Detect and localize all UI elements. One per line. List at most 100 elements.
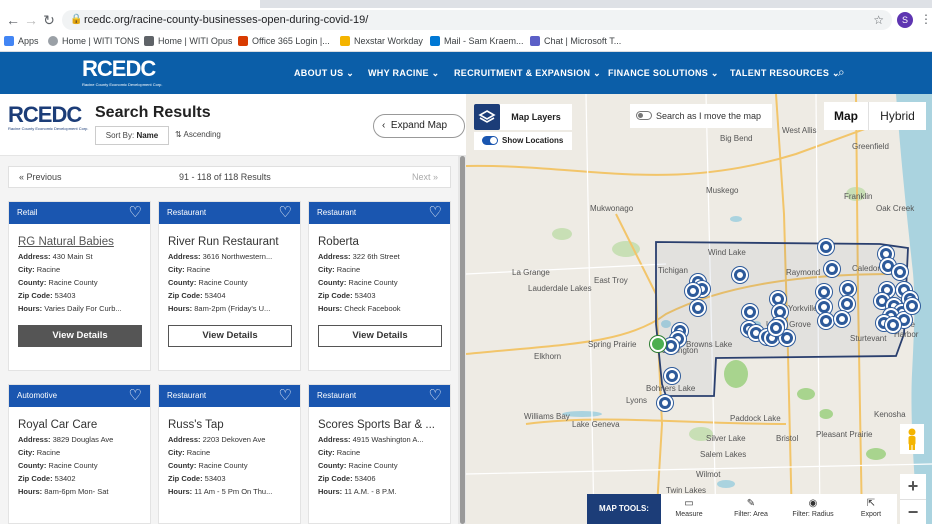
active-tab[interactable] bbox=[0, 0, 260, 8]
filter-area-tool[interactable]: ✎ Filter: Area bbox=[721, 494, 781, 524]
business-name-link[interactable]: River Run Restaurant bbox=[168, 236, 300, 248]
favorite-heart-icon[interactable]: ♡ bbox=[429, 387, 442, 404]
location-marker[interactable] bbox=[824, 261, 840, 277]
nav-about-us[interactable]: ABOUT US ⌄ bbox=[294, 68, 354, 79]
location-marker[interactable] bbox=[904, 298, 920, 314]
export-tool[interactable]: ⇱ Export bbox=[849, 494, 893, 524]
business-card[interactable]: Restaurant ♡ River Run Restaurant Address… bbox=[158, 201, 301, 371]
sort-order-toggle[interactable]: ⇅ Ascending bbox=[175, 130, 221, 139]
location-marker[interactable] bbox=[690, 300, 706, 316]
sort-by-select[interactable]: Sort By: Name bbox=[95, 126, 169, 145]
business-name-link[interactable]: Russ's Tap bbox=[168, 419, 300, 431]
favorite-heart-icon[interactable]: ♡ bbox=[279, 387, 292, 404]
city-field: City: Racine bbox=[18, 265, 61, 274]
map-layers-button[interactable]: Map Layers bbox=[500, 104, 572, 130]
nav-why-racine[interactable]: WHY RACINE ⌄ bbox=[368, 68, 440, 79]
location-marker[interactable] bbox=[732, 267, 748, 283]
map-tools-bar: MAP TOOLS: ▭ Measure ✎ Filter: Area ◉ Filte… bbox=[587, 494, 897, 524]
location-marker[interactable] bbox=[742, 304, 758, 320]
zip-field: Zip Code: 53403 bbox=[168, 474, 226, 483]
search-icon[interactable]: ⌕ bbox=[838, 65, 845, 80]
nav-talent-resources[interactable]: TALENT RESOURCES ⌄ bbox=[730, 68, 840, 79]
bookmark-teams-chat[interactable]: Chat | Microsoft T... bbox=[530, 36, 621, 46]
zoom-in-button[interactable]: + bbox=[900, 474, 926, 499]
bookmark-nexstar-workday[interactable]: Nexstar Workday bbox=[340, 36, 423, 46]
business-card[interactable]: Restaurant ♡ Roberta Address: 322 6th Str… bbox=[308, 201, 451, 371]
back-icon[interactable]: ← bbox=[4, 11, 22, 29]
location-marker[interactable] bbox=[840, 281, 856, 297]
antenna-icon bbox=[144, 36, 154, 46]
map-tab[interactable]: Map bbox=[824, 102, 868, 130]
business-name-link[interactable]: RG Natural Babies bbox=[18, 236, 150, 248]
location-marker[interactable] bbox=[685, 283, 701, 299]
zoom-controls: + − bbox=[900, 474, 926, 524]
lock-icon[interactable]: 🔒 bbox=[70, 10, 82, 30]
place-label: Muskego bbox=[706, 186, 739, 195]
business-name-link[interactable]: Roberta bbox=[318, 236, 450, 248]
county-field: County: Racine County bbox=[18, 461, 98, 470]
bookmark-witi-opus[interactable]: Home | WITI Opus bbox=[144, 36, 232, 46]
previous-page-button[interactable]: « Previous bbox=[19, 167, 62, 187]
location-marker[interactable] bbox=[664, 368, 680, 384]
place-label: Lake Geneva bbox=[572, 420, 620, 429]
business-card[interactable]: Retail ♡ RG Natural Babies Address: 430 M… bbox=[8, 201, 151, 371]
view-details-button[interactable]: View Details bbox=[18, 325, 142, 347]
location-marker[interactable] bbox=[816, 284, 832, 300]
location-marker[interactable] bbox=[834, 311, 850, 327]
business-card[interactable]: Restaurant ♡ Russ's Tap Address: 2203 Dek… bbox=[158, 384, 301, 524]
city-field: City: Racine bbox=[168, 265, 211, 274]
favorite-heart-icon[interactable]: ♡ bbox=[429, 204, 442, 221]
business-name-link[interactable]: Scores Sports Bar & ... bbox=[318, 419, 450, 431]
marker-dot bbox=[821, 304, 827, 310]
area-icon: ✎ bbox=[746, 498, 756, 509]
location-marker[interactable] bbox=[818, 239, 834, 255]
bookmark-office-365[interactable]: Office 365 Login |... bbox=[238, 36, 330, 46]
business-card[interactable]: Automotive ♡ Royal Car Care Address: 3829… bbox=[8, 384, 151, 524]
selected-location-marker[interactable] bbox=[650, 336, 666, 352]
address-bar[interactable]: 🔒 rcedc.org/racine-county-businesses-ope… bbox=[62, 10, 892, 30]
bookmark-witi-tons[interactable]: Home | WITI TONS bbox=[48, 36, 140, 46]
expand-map-button[interactable]: ‹ Expand Map bbox=[373, 114, 465, 138]
address-field: Address: 3829 Douglas Ave bbox=[18, 435, 114, 444]
location-marker[interactable] bbox=[768, 320, 784, 336]
location-marker[interactable] bbox=[892, 264, 908, 280]
street-view-pegman-icon[interactable] bbox=[900, 424, 924, 454]
bookmark-apps[interactable]: Apps bbox=[4, 36, 39, 46]
next-page-button[interactable]: Next » bbox=[412, 167, 438, 187]
site-logo[interactable]: RCEDC Racine County Economic Development … bbox=[82, 56, 162, 87]
favorite-heart-icon[interactable]: ♡ bbox=[129, 204, 142, 221]
location-marker[interactable] bbox=[657, 395, 673, 411]
bookmark-star-icon[interactable]: ☆ bbox=[873, 10, 884, 30]
bookmark-mail[interactable]: Mail - Sam Kraem... bbox=[430, 36, 524, 46]
show-locations-toggle[interactable]: Show Locations bbox=[474, 132, 572, 150]
chevron-down-icon: ⌄ bbox=[593, 68, 601, 78]
measure-tool[interactable]: ▭ Measure bbox=[665, 494, 713, 524]
forward-icon[interactable]: → bbox=[22, 11, 40, 29]
nav-recruitment-expansion[interactable]: RECRUITMENT & EXPANSION ⌄ bbox=[454, 68, 601, 79]
favorite-heart-icon[interactable]: ♡ bbox=[279, 204, 292, 221]
business-card[interactable]: Restaurant ♡ Scores Sports Bar & ... Addr… bbox=[308, 384, 451, 524]
toggle-switch[interactable] bbox=[482, 136, 498, 145]
layers-icon[interactable] bbox=[474, 104, 500, 130]
map-canvas[interactable]: West Allis Greenfield Franklin Oak Creek… bbox=[466, 94, 932, 524]
search-as-move-toggle[interactable]: Search as I move the map bbox=[630, 104, 772, 128]
business-name-link[interactable]: Royal Car Care bbox=[18, 419, 150, 431]
reload-icon[interactable]: ↻ bbox=[40, 11, 58, 29]
hybrid-tab[interactable]: Hybrid bbox=[868, 102, 926, 130]
results-scroll-thumb[interactable] bbox=[460, 156, 465, 524]
view-details-button[interactable]: View Details bbox=[168, 325, 292, 347]
place-label: Salem Lakes bbox=[700, 450, 747, 459]
view-details-button[interactable]: View Details bbox=[318, 325, 442, 347]
location-marker[interactable] bbox=[885, 317, 901, 333]
zoom-out-button[interactable]: − bbox=[900, 499, 926, 524]
nav-finance-solutions[interactable]: FINANCE SOLUTIONS ⌄ bbox=[608, 68, 719, 79]
filter-radius-tool[interactable]: ◉ Filter: Radius bbox=[785, 494, 841, 524]
map-tools-label: MAP TOOLS: bbox=[587, 494, 661, 524]
favorite-heart-icon[interactable]: ♡ bbox=[129, 387, 142, 404]
marker-dot bbox=[823, 318, 829, 324]
location-marker[interactable] bbox=[839, 296, 855, 312]
toggle-switch[interactable] bbox=[636, 111, 652, 120]
location-marker[interactable] bbox=[818, 313, 834, 329]
profile-avatar[interactable]: S bbox=[897, 12, 913, 28]
browser-menu-icon[interactable]: ⋮ bbox=[920, 12, 932, 26]
